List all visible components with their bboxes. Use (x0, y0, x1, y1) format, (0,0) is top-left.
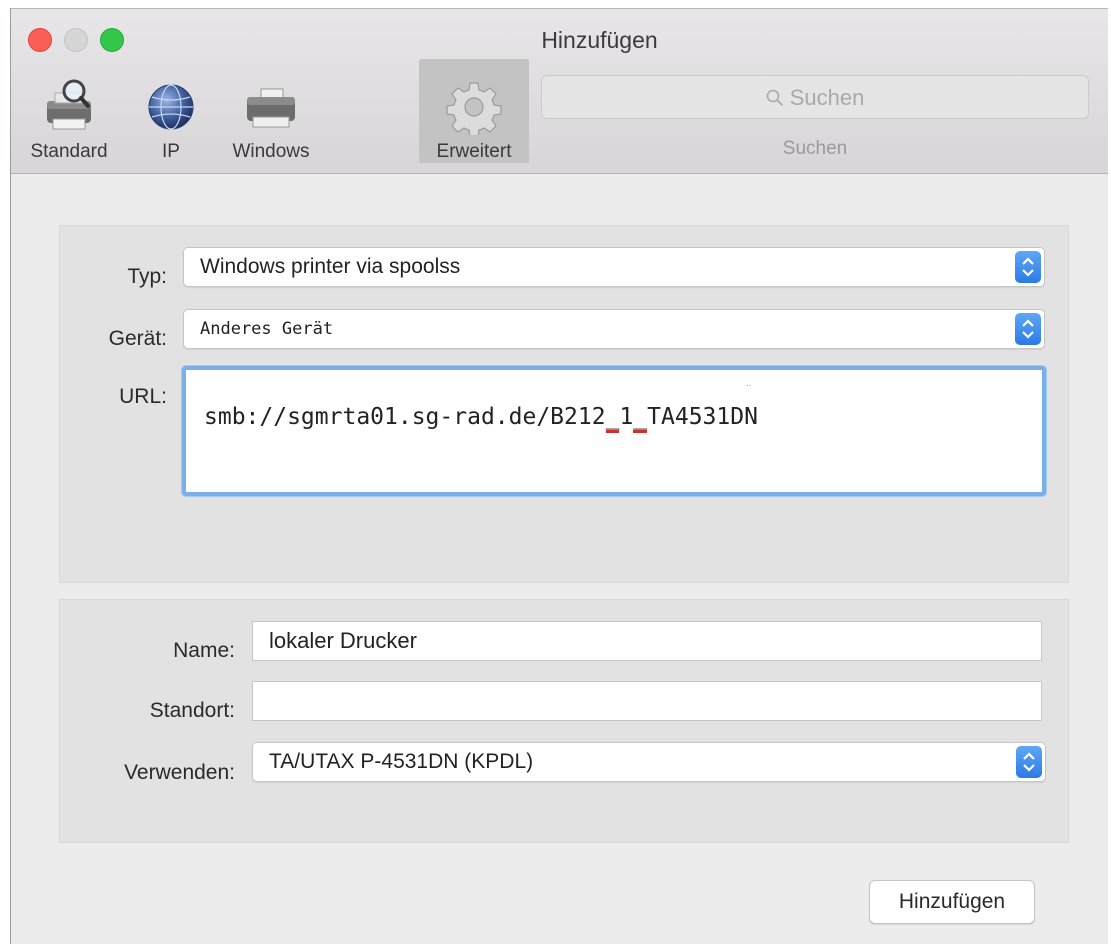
search-placeholder: Suchen (766, 85, 865, 111)
toolbar-standard[interactable]: Standard (19, 69, 119, 169)
use-label: Verwenden: (124, 761, 235, 784)
toolbar-windows-label: Windows (232, 141, 310, 162)
device-select[interactable]: Anderes Gerät (183, 309, 1045, 349)
toolbar-ip[interactable]: IP (141, 69, 201, 169)
chevron-updown-icon (1022, 257, 1034, 277)
type-stepper[interactable] (1015, 251, 1041, 283)
chevron-updown-icon (1022, 319, 1034, 339)
url-value: smb://sgmrta01.sg-rad.de/B212_1_TA4531DN (204, 404, 758, 433)
toolbar-windows[interactable]: Windows (216, 69, 326, 169)
device-value: Anderes Gerät (200, 319, 334, 339)
driver-select[interactable]: TA/UTAX P-4531DN (KPDL) (252, 742, 1046, 782)
url-dots: .. (746, 378, 752, 389)
type-select[interactable]: Windows printer via spoolss (183, 247, 1045, 287)
printer-magnifier-icon (47, 79, 91, 130)
search-icon (766, 89, 783, 106)
location-field[interactable] (252, 681, 1042, 721)
gear-icon (446, 82, 502, 135)
printer-icon (247, 88, 295, 128)
type-label: Typ: (127, 265, 167, 288)
toolbar-erweitert-label: Erweitert (436, 141, 512, 162)
window-title: Hinzufügen (541, 27, 658, 53)
chevron-updown-icon (1023, 752, 1035, 772)
location-label: Standort: (149, 699, 235, 722)
driver-value: TA/UTAX P-4531DN (KPDL) (269, 750, 534, 773)
add-button[interactable]: Hinzufügen (869, 880, 1035, 924)
toolbar-erweitert[interactable]: Erweitert (419, 59, 529, 163)
name-field[interactable]: lokaler Drucker (252, 621, 1042, 661)
globe-icon (148, 84, 194, 130)
name-label: Name: (173, 639, 235, 662)
search-input[interactable]: Suchen (541, 75, 1089, 119)
name-value: lokaler Drucker (269, 628, 417, 653)
device-label: Gerät: (108, 327, 167, 350)
toolbar-standard-label: Standard (30, 141, 108, 162)
toolbar-ip-label: IP (162, 141, 180, 162)
driver-stepper[interactable] (1016, 746, 1042, 778)
type-value: Windows printer via spoolss (200, 255, 461, 278)
search-label: Suchen (782, 138, 848, 159)
toolbar: Hinzufügen Standard IP Windows Erweitert… (11, 9, 1108, 174)
add-printer-window: Hinzufügen Standard IP Windows Erweitert… (10, 8, 1108, 944)
search-placeholder-text: Suchen (789, 85, 865, 110)
url-field[interactable]: .. smb://sgmrta01.sg-rad.de/B212_1_TA453… (182, 366, 1046, 496)
device-stepper[interactable] (1015, 313, 1041, 345)
url-label: URL: (119, 385, 167, 408)
